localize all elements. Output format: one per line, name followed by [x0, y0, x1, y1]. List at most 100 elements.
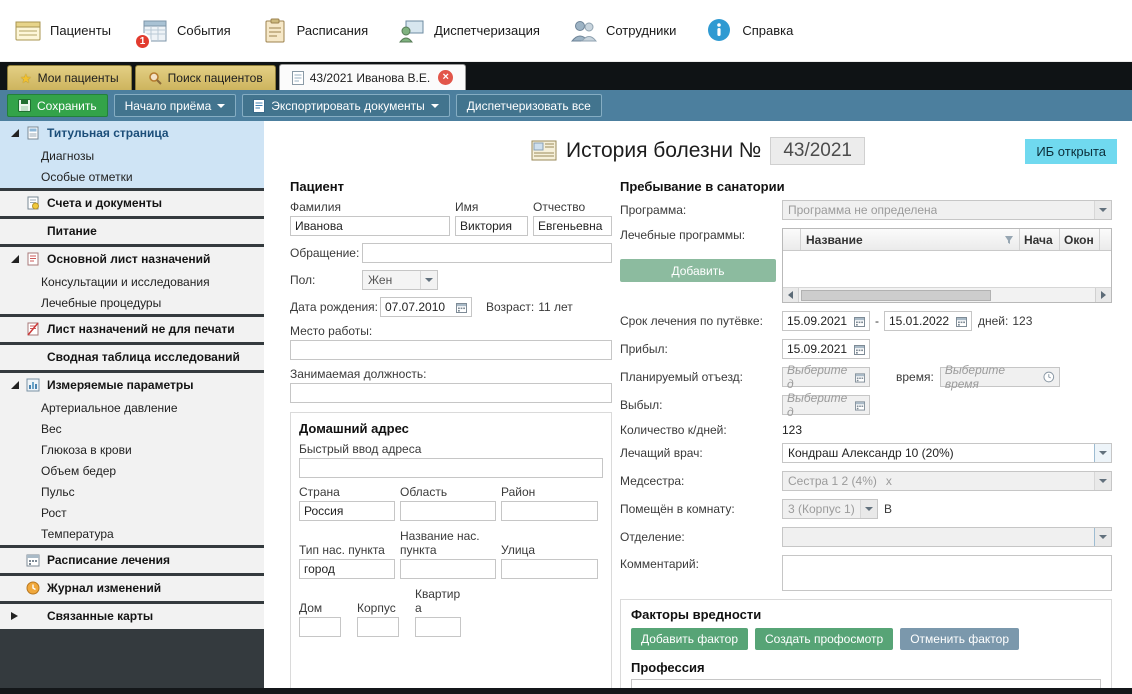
program-select[interactable]: Программа не определена — [782, 200, 1112, 220]
sidebar-section-main-prescriptions: Основной лист назначений Консультации и … — [0, 247, 264, 314]
time-placeholder: Выберите время — [945, 363, 1039, 391]
sidebar-item-title-page[interactable]: Титульная страница — [0, 121, 264, 145]
create-checkup-button[interactable]: Создать профосмотр — [755, 628, 893, 650]
menu-item-events[interactable]: 1 События — [141, 17, 231, 45]
profession-input[interactable] — [631, 679, 1101, 688]
sidebar-item-changelog[interactable]: Журнал изменений — [0, 576, 264, 600]
sidebar-section-summary-table: Сводная таблица исследований — [0, 345, 264, 370]
voucher-start-date[interactable]: 15.09.2021 — [782, 311, 870, 331]
expander-open-icon[interactable] — [9, 128, 20, 139]
chevron-down-icon[interactable] — [1094, 528, 1111, 546]
expander-slot — [9, 583, 20, 594]
street-input[interactable] — [501, 559, 598, 579]
start-column-header[interactable]: Нача — [1020, 229, 1060, 250]
sidebar: Титульная страница Диагнозы Особые отмет… — [0, 121, 264, 688]
position-input[interactable] — [290, 383, 612, 403]
country-input[interactable] — [299, 501, 395, 521]
department-select[interactable] — [782, 527, 1112, 547]
calendar-icon — [855, 400, 865, 411]
sidebar-item-noprint-prescriptions[interactable]: Лист назначений не для печати — [0, 317, 264, 341]
quick-address-input[interactable] — [299, 458, 603, 478]
save-button[interactable]: Сохранить — [7, 94, 108, 117]
sidebar-item-nutrition[interactable]: Питание — [0, 219, 264, 243]
export-documents-button[interactable]: Экспортировать документы — [242, 94, 449, 117]
apartment-input[interactable] — [415, 617, 461, 637]
menu-item-schedules[interactable]: Расписания — [261, 17, 368, 45]
doctor-select[interactable]: Кондраш Александр 10 (20%) — [782, 443, 1112, 463]
sidebar-item-temperature[interactable]: Температура — [0, 523, 264, 544]
region-label: Область — [400, 485, 496, 499]
search-icon — [148, 71, 162, 85]
departure-time-input[interactable]: Выберите время — [940, 367, 1060, 387]
menu-item-patients[interactable]: Пациенты — [14, 17, 111, 45]
menu-item-label: Диспетчеризация — [434, 23, 540, 38]
expander-closed-icon[interactable] — [9, 611, 20, 622]
room-select[interactable]: 3 (Корпус 1) — [782, 499, 878, 519]
departed-date[interactable]: Выберите д — [782, 395, 870, 415]
sidebar-item-linked-cards[interactable]: Связанные карты — [0, 604, 264, 628]
sidebar-item-height[interactable]: Рост — [0, 502, 264, 523]
filter-icon[interactable] — [1004, 235, 1014, 245]
voucher-end-date[interactable]: 15.01.2022 — [884, 311, 972, 331]
settlement-name-input[interactable] — [400, 559, 496, 579]
sidebar-item-consultations[interactable]: Консультации и исследования — [0, 271, 264, 292]
scroll-right-button[interactable] — [1095, 288, 1111, 302]
settlement-type-input[interactable] — [299, 559, 395, 579]
close-icon[interactable]: × — [438, 70, 453, 85]
tab-search-patients[interactable]: Поиск пациентов — [135, 65, 276, 90]
tab-my-patients[interactable]: ★ Мои пациенты — [7, 65, 132, 90]
nurse-select[interactable]: Сестра 1 2 (4%) x — [782, 471, 1112, 491]
menu-item-dispatching[interactable]: Диспетчеризация — [398, 17, 540, 45]
sidebar-item-diagnoses[interactable]: Диагнозы — [0, 145, 264, 166]
patronymic-input[interactable] — [533, 216, 612, 236]
chevron-down-icon[interactable] — [1094, 444, 1111, 462]
scroll-left-button[interactable] — [783, 288, 799, 302]
building-input[interactable] — [357, 617, 399, 637]
workplace-input[interactable] — [290, 340, 612, 360]
treatment-programs-table[interactable]: Название Нача Окон — [782, 228, 1112, 303]
sidebar-item-billing[interactable]: Счета и документы — [0, 191, 264, 215]
clock-icon — [1043, 371, 1055, 383]
cancel-factor-button[interactable]: Отменить фактор — [900, 628, 1019, 650]
arrived-date[interactable]: 15.09.2021 — [782, 339, 870, 359]
dispatcher-icon — [398, 17, 426, 45]
district-input[interactable] — [501, 501, 598, 521]
region-input[interactable] — [400, 501, 496, 521]
surname-input[interactable] — [290, 216, 450, 236]
sidebar-item-measured-params[interactable]: Измеряемые параметры — [0, 373, 264, 397]
sidebar-item-pulse[interactable]: Пульс — [0, 481, 264, 502]
sidebar-item-main-prescriptions[interactable]: Основной лист назначений — [0, 247, 264, 271]
horizontal-scrollbar[interactable] — [783, 287, 1111, 302]
sidebar-item-treatment-schedule[interactable]: Расписание лечения — [0, 548, 264, 572]
end-column-header[interactable]: Окон — [1060, 229, 1100, 250]
expander-open-icon[interactable] — [9, 254, 20, 265]
birthdate-input[interactable]: 07.07.2010 — [380, 297, 472, 317]
home-address-group: Домашний адрес Быстрый ввод адреса Стран… — [290, 412, 612, 688]
house-input[interactable] — [299, 617, 341, 637]
sidebar-item-procedures[interactable]: Лечебные процедуры — [0, 292, 264, 313]
sidebar-item-hip-volume[interactable]: Объем бедер — [0, 460, 264, 481]
menu-item-help[interactable]: Справка — [706, 17, 793, 45]
sidebar-item-blood-pressure[interactable]: Артериальное давление — [0, 397, 264, 418]
sidebar-item-blood-glucose[interactable]: Глюкоза в крови — [0, 439, 264, 460]
dispatch-all-button[interactable]: Диспетчеризовать все — [456, 94, 602, 117]
tab-document-43-2021[interactable]: 43/2021 Иванова В.Е. × — [279, 64, 466, 90]
salutation-input[interactable] — [362, 243, 612, 263]
remove-icon[interactable]: x — [886, 474, 892, 488]
comment-textarea[interactable] — [782, 555, 1112, 591]
start-appointment-button[interactable]: Начало приёма — [114, 94, 237, 117]
sidebar-item-special-marks[interactable]: Особые отметки — [0, 166, 264, 187]
gender-select[interactable]: Жен — [362, 270, 438, 290]
planned-departure-date[interactable]: Выберите д — [782, 367, 870, 387]
add-program-button[interactable]: Добавить — [620, 259, 776, 282]
scroll-thumb[interactable] — [801, 290, 991, 301]
firstname-input[interactable] — [455, 216, 528, 236]
sidebar-item-weight[interactable]: Вес — [0, 418, 264, 439]
menu-item-staff[interactable]: Сотрудники — [570, 17, 676, 45]
expander-open-icon[interactable] — [9, 380, 20, 391]
add-factor-button[interactable]: Добавить фактор — [631, 628, 748, 650]
sidebar-item-label: Питание — [47, 224, 97, 238]
sidebar-item-summary-table[interactable]: Сводная таблица исследований — [0, 345, 264, 369]
calendar-icon — [956, 316, 967, 327]
name-column-header[interactable]: Название — [801, 229, 1020, 250]
